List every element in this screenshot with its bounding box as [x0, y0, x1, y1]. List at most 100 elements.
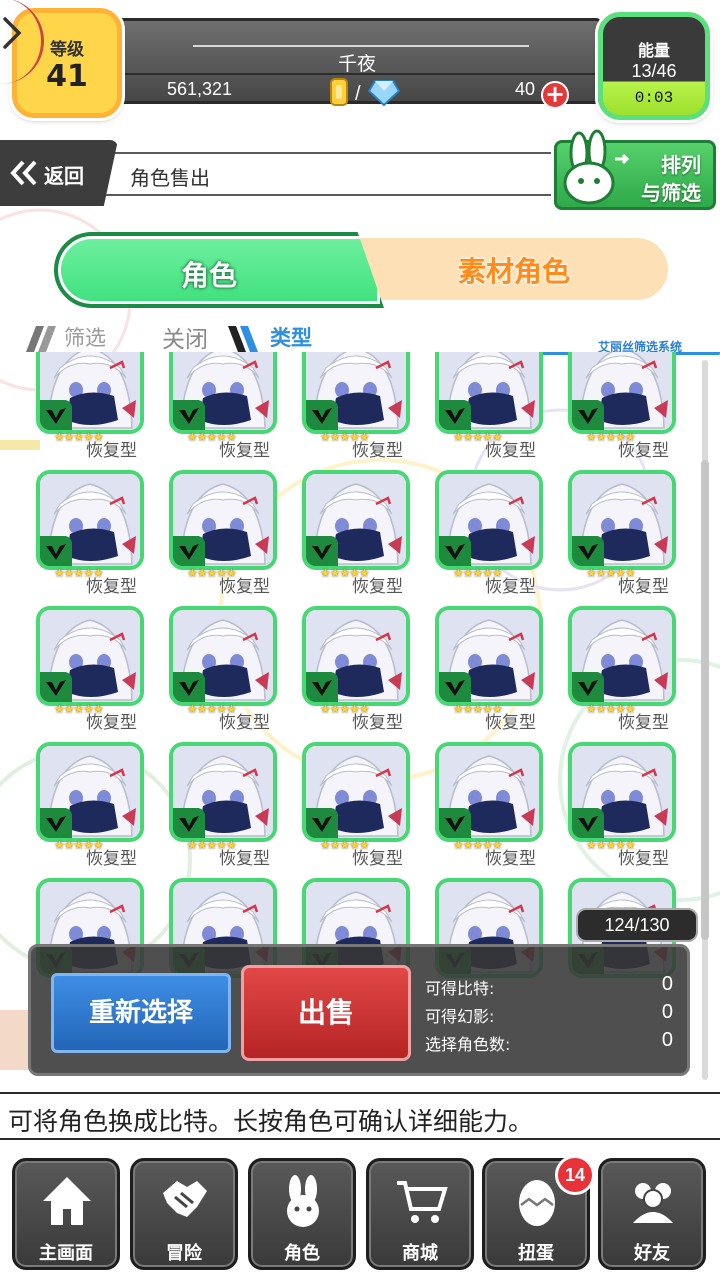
selected-count-value: 0 — [661, 1029, 673, 1051]
character-type: 恢复型 — [352, 849, 403, 869]
recovery-type-icon — [439, 808, 471, 838]
add-gems-button[interactable]: + — [541, 81, 569, 109]
character-card[interactable]: ★★★★★ 恢复型 — [296, 352, 412, 461]
character-portrait — [302, 606, 410, 706]
bits-count: 561,321 — [167, 79, 233, 99]
character-card[interactable]: ★★★★★ 恢复型 — [296, 742, 412, 869]
sell-button[interactable]: 出售 — [241, 965, 411, 1061]
character-card[interactable]: ★★★★★ 恢复型 — [30, 470, 146, 597]
character-type: 恢复型 — [485, 441, 536, 461]
back-button[interactable]: 返回 — [0, 140, 118, 206]
character-portrait — [435, 352, 543, 434]
energy-label: 能量 — [637, 41, 670, 60]
character-card[interactable]: ★★★★★ 恢复型 — [30, 606, 146, 733]
character-capacity: 124/130 — [576, 908, 698, 942]
nav-gacha[interactable]: 扭蛋 14 — [482, 1155, 595, 1270]
bits-gain-row: 可得比特: 0 — [425, 973, 683, 1001]
character-type: 恢复型 — [485, 713, 536, 733]
character-card[interactable]: ★★★★★ 恢复型 — [296, 470, 412, 597]
filter-label-text: 筛选 — [64, 326, 106, 350]
filter-type-button[interactable]: 类型 — [270, 322, 312, 352]
cart-icon — [397, 1181, 448, 1223]
character-card[interactable]: ★★★★★ 恢复型 — [429, 606, 545, 733]
character-card[interactable]: ★★★★★ 恢复型 — [163, 352, 279, 461]
character-card[interactable]: ★★★★★ 恢复型 — [296, 606, 412, 733]
character-type: 恢复型 — [352, 441, 403, 461]
character-portrait — [169, 470, 277, 570]
nav-characters[interactable]: 角色 — [248, 1158, 356, 1270]
character-type: 恢复型 — [618, 849, 669, 869]
hint-text: 可将角色换成比特。长按角色可确认详细能力。 — [8, 1107, 534, 1136]
character-portrait — [568, 742, 676, 842]
gacha-notification-badge: 14 — [555, 1155, 595, 1195]
character-portrait — [36, 470, 144, 570]
character-card[interactable]: ★★★★★ 恢复型 — [562, 470, 678, 597]
sort-filter-button[interactable]: 排列 与筛选 — [554, 129, 716, 210]
character-portrait — [435, 742, 543, 842]
player-name: 千夜 — [337, 54, 376, 75]
character-card[interactable]: ★★★★★ 恢复型 — [429, 470, 545, 597]
selected-count-row: 选择角色数: 0 — [425, 1029, 683, 1057]
character-card[interactable]: ★★★★★ 恢复型 — [163, 742, 279, 869]
nav-shop[interactable]: 商城 — [366, 1158, 474, 1270]
nav-adventure[interactable]: 冒险 — [130, 1158, 238, 1270]
character-card[interactable]: ★★★★★ 恢复型 — [30, 352, 146, 461]
character-card[interactable]: ★★★★★ 恢复型 — [429, 352, 545, 461]
handshake-icon — [163, 1181, 207, 1217]
character-card[interactable]: ★★★★★ 恢复型 — [163, 606, 279, 733]
recovery-type-icon — [439, 672, 471, 702]
energy-badge: 能量 13/46 0:03 — [598, 12, 710, 120]
nav-friends-label: 好友 — [634, 1243, 670, 1264]
coin-icon — [330, 78, 348, 106]
character-card[interactable]: ★★★★★ 恢复型 — [163, 470, 279, 597]
double-chevron-left-icon — [10, 160, 37, 186]
filter-close-button[interactable]: 关闭 — [162, 320, 208, 354]
currency-icon-group: / — [330, 78, 401, 107]
character-portrait — [169, 742, 277, 842]
sell-panel: 重新选择 出售 可得比特: 0 可得幻影: 0 选择角色数: 0 — [28, 944, 690, 1076]
chevron-right-icon — [3, 17, 22, 49]
character-card[interactable]: ★★★★★ 恢复型 — [562, 606, 678, 733]
recovery-type-icon — [306, 536, 338, 566]
character-portrait — [568, 606, 676, 706]
tab-material-characters[interactable]: 素材角色 — [360, 238, 668, 300]
character-card[interactable]: ★★★★★ 恢复型 — [562, 352, 678, 461]
bits-gain-value: 0 — [661, 973, 673, 995]
character-portrait — [169, 606, 277, 706]
character-portrait — [568, 470, 676, 570]
character-portrait — [302, 470, 410, 570]
character-card[interactable]: ★★★★★ 恢复型 — [562, 742, 678, 869]
recovery-type-icon — [572, 536, 604, 566]
page-title: 角色售出 — [130, 166, 210, 190]
character-portrait — [169, 352, 277, 434]
selected-count-label: 选择角色数: — [425, 1035, 511, 1054]
nav-home[interactable]: 主画面 — [12, 1158, 120, 1270]
page-title-bar: 角色售出 — [104, 152, 564, 196]
filter-label: 与筛选 — [641, 181, 701, 205]
character-card[interactable]: ★★★★★ 恢复型 — [429, 742, 545, 869]
character-type: 恢复型 — [86, 849, 137, 869]
character-type: 恢复型 — [485, 577, 536, 597]
back-label: 返回 — [44, 164, 84, 188]
svg-text:/: / — [355, 83, 361, 105]
scrollbar-thumb[interactable] — [701, 460, 709, 940]
player-status-bar: 千夜 561,321 / 40 + — [112, 18, 602, 109]
reselect-button[interactable]: 重新选择 — [51, 973, 231, 1053]
character-type: 恢复型 — [352, 577, 403, 597]
recovery-type-icon — [572, 672, 604, 702]
recovery-type-icon — [572, 808, 604, 838]
character-type: 恢复型 — [86, 713, 137, 733]
bits-gain-label: 可得比特: — [425, 979, 495, 998]
character-portrait — [36, 606, 144, 706]
character-type: 恢复型 — [219, 577, 270, 597]
filter-row: 筛选 关闭 类型 艾丽丝筛选系统 — [0, 318, 720, 355]
name-rule — [193, 45, 529, 47]
nav-shop-label: 商城 — [402, 1243, 438, 1264]
nav-friends[interactable]: 好友 — [598, 1158, 706, 1270]
character-card[interactable]: ★★★★★ 恢复型 — [30, 742, 146, 869]
phantom-gain-row: 可得幻影: 0 — [425, 1001, 683, 1029]
character-portrait — [435, 606, 543, 706]
phantom-gain-value: 0 — [661, 1001, 673, 1023]
tab-characters[interactable]: 角色 — [54, 232, 384, 308]
recovery-type-icon — [306, 400, 338, 430]
